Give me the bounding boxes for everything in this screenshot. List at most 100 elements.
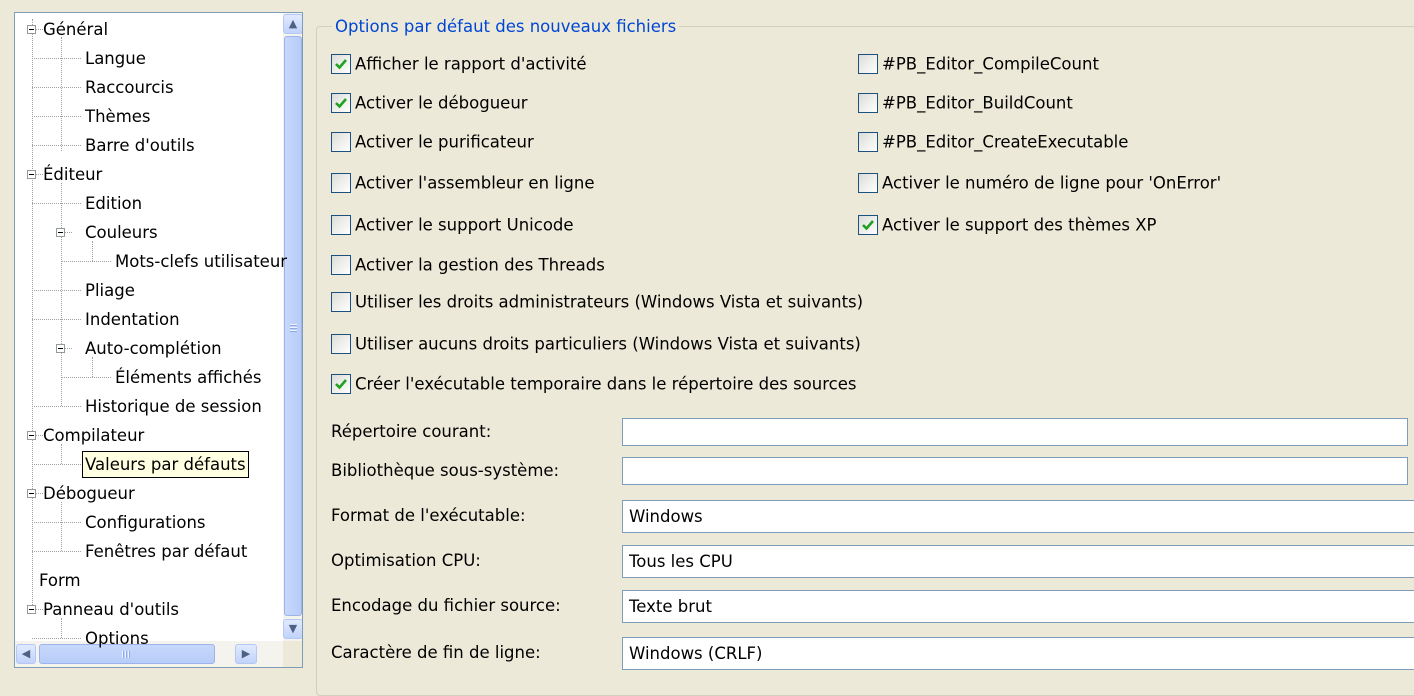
tree-item[interactable]: Mots-clefs utilisateur xyxy=(15,247,287,276)
chevron-left-icon: ◀ xyxy=(21,647,31,660)
tree-vertical-scrollbar[interactable]: ▲ ▼ xyxy=(283,13,302,641)
scroll-left-button[interactable]: ◀ xyxy=(16,644,36,664)
option-checkbox[interactable]: Activer le support des thèmes XP xyxy=(858,213,1157,237)
tree-item-label: Éléments affichés xyxy=(115,368,262,387)
tree-item-label: Pliage xyxy=(85,281,135,300)
tree-item[interactable]: Thèmes xyxy=(15,102,283,131)
option-checkbox[interactable]: Activer l'assembleur en ligne xyxy=(331,171,595,195)
tree-item-label: Valeurs par défauts xyxy=(82,451,249,478)
option-checkbox[interactable]: Activer le débogueur xyxy=(331,91,528,115)
tree-item[interactable]: Panneau d'outils xyxy=(15,595,283,624)
select-field[interactable]: Texte brut xyxy=(622,589,1414,623)
checkbox-unchecked[interactable] xyxy=(331,254,351,275)
scrollbar-corner xyxy=(283,641,302,667)
option-checkbox[interactable]: #PB_Editor_CreateExecutable xyxy=(858,130,1128,154)
tree-horizontal-scrollbar[interactable]: ◀ ▶ xyxy=(15,641,283,667)
collapse-icon[interactable] xyxy=(27,605,36,614)
checkbox-label: Activer le purificateur xyxy=(355,132,534,152)
tree-item-selected[interactable]: Valeurs par défauts xyxy=(15,450,283,479)
checkbox-label: Utiliser aucuns droits particuliers (Win… xyxy=(355,334,861,354)
option-checkbox[interactable]: Afficher le rapport d'activité xyxy=(331,52,587,76)
tree-item-label: Historique de session xyxy=(85,397,262,416)
option-checkbox[interactable]: Utiliser les droits administrateurs (Win… xyxy=(331,290,863,314)
select-field[interactable]: Windows (CRLF) xyxy=(622,636,1414,670)
scroll-right-button[interactable]: ▶ xyxy=(235,644,257,664)
tree-connector xyxy=(32,87,81,88)
checkbox-unchecked[interactable] xyxy=(331,172,351,193)
tree-item-label: Général xyxy=(43,20,109,39)
tree-item[interactable]: Éléments affichés xyxy=(15,363,283,392)
settings-tree[interactable]: Général Langue Raccourcis Thèmes Barre d'out… xyxy=(14,12,303,668)
tree-item-label: Form xyxy=(39,571,81,590)
scroll-up-button[interactable]: ▲ xyxy=(283,14,302,34)
tree-item[interactable]: Compilateur xyxy=(15,421,283,450)
checkbox-checked[interactable] xyxy=(858,214,878,235)
collapse-icon[interactable] xyxy=(27,431,36,440)
checkbox-label: #PB_Editor_CreateExecutable xyxy=(882,132,1129,152)
checkbox-unchecked[interactable] xyxy=(331,333,351,354)
checkbox-label: #PB_Editor_BuildCount xyxy=(882,93,1073,113)
tree-item-label: Couleurs xyxy=(85,223,158,242)
option-checkbox[interactable]: Utiliser aucuns droits particuliers (Win… xyxy=(331,332,861,356)
tree-connector xyxy=(61,261,111,262)
checkbox-checked[interactable] xyxy=(331,373,351,394)
tree-item[interactable]: Barre d'outils xyxy=(15,131,283,160)
checkbox-unchecked[interactable] xyxy=(858,131,878,152)
option-checkbox[interactable]: Activer le purificateur xyxy=(331,130,534,154)
checkbox-unchecked[interactable] xyxy=(858,172,878,193)
tree-item-label: Configurations xyxy=(85,513,206,532)
chevron-up-icon: ▲ xyxy=(288,17,298,30)
checkbox-label: Utiliser les droits administrateurs (Win… xyxy=(355,292,864,312)
vertical-scroll-thumb[interactable] xyxy=(284,36,302,616)
tree-item[interactable]: Couleurs xyxy=(15,218,283,247)
checkbox-checked[interactable] xyxy=(331,53,351,74)
tree-item[interactable]: Pliage xyxy=(15,276,283,305)
tree-item[interactable]: Fenêtres par défaut xyxy=(15,537,283,566)
tree-item[interactable]: Form xyxy=(15,566,283,595)
checkmark-icon xyxy=(862,219,874,230)
tree-item-label: Débogueur xyxy=(43,484,135,503)
tree-item[interactable]: Général xyxy=(15,15,283,44)
tree-item-label: Panneau d'outils xyxy=(43,600,179,619)
checkbox-unchecked[interactable] xyxy=(858,53,878,74)
checkbox-label: Activer la gestion des Threads xyxy=(355,255,605,275)
text-input[interactable] xyxy=(622,418,1408,446)
checkbox-unchecked[interactable] xyxy=(331,214,351,235)
tree-item[interactable]: Éditeur xyxy=(15,160,283,189)
tree-item[interactable]: Edition xyxy=(15,189,283,218)
tree-item-label: Edition xyxy=(85,194,143,213)
checkbox-unchecked[interactable] xyxy=(858,92,878,113)
collapse-icon[interactable] xyxy=(56,344,65,353)
checkbox-unchecked[interactable] xyxy=(331,291,351,312)
tree-connector xyxy=(32,638,81,639)
tree-item-label: Thèmes xyxy=(85,107,151,126)
tree-item[interactable]: Langue xyxy=(15,44,283,73)
checkbox-unchecked[interactable] xyxy=(331,131,351,152)
collapse-icon[interactable] xyxy=(27,25,36,34)
select-field[interactable]: Windows xyxy=(622,499,1414,533)
tree-item[interactable]: Débogueur xyxy=(15,479,283,508)
tree-item[interactable]: Raccourcis xyxy=(15,73,283,102)
collapse-icon[interactable] xyxy=(56,228,65,237)
option-checkbox[interactable]: #PB_Editor_BuildCount xyxy=(858,91,1073,115)
tree-connector xyxy=(32,19,33,609)
option-checkbox[interactable]: Créer l'exécutable temporaire dans le ré… xyxy=(331,372,856,396)
scroll-down-button[interactable]: ▼ xyxy=(283,619,302,639)
collapse-icon[interactable] xyxy=(27,489,36,498)
tree-item[interactable]: Auto-complétion xyxy=(15,334,283,363)
option-checkbox[interactable]: Activer le numéro de ligne pour 'OnError… xyxy=(858,171,1221,195)
tree-connector xyxy=(65,348,72,349)
tree-item[interactable]: Indentation xyxy=(15,305,283,334)
tree-item[interactable]: Historique de session xyxy=(15,392,283,421)
option-checkbox[interactable]: #PB_Editor_CompileCount xyxy=(858,52,1099,76)
option-checkbox[interactable]: Activer la gestion des Threads xyxy=(331,253,605,277)
tree-connector xyxy=(36,609,43,610)
collapse-icon[interactable] xyxy=(27,170,36,179)
field-label: Optimisation CPU: xyxy=(331,551,481,570)
option-checkbox[interactable]: Activer le support Unicode xyxy=(331,213,574,237)
tree-connector xyxy=(32,406,81,407)
text-input[interactable] xyxy=(622,457,1408,485)
tree-item[interactable]: Configurations xyxy=(15,508,283,537)
checkbox-checked[interactable] xyxy=(331,92,351,113)
select-field[interactable]: Tous les CPU xyxy=(622,544,1414,578)
